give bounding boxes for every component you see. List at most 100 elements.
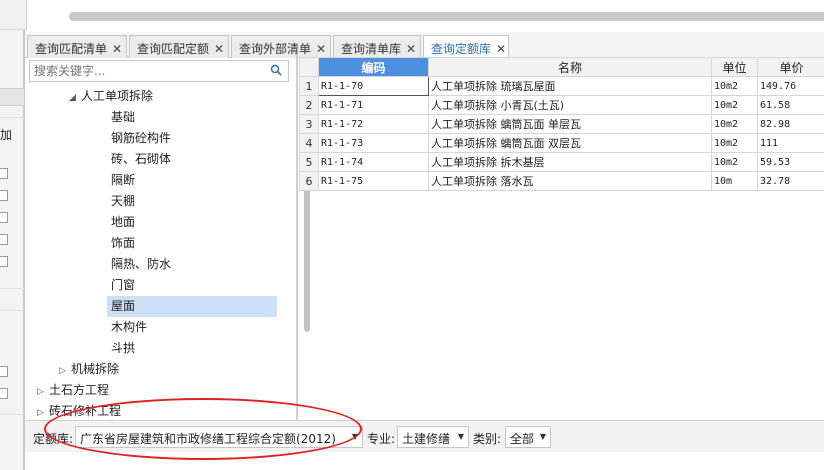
tree-node-label: 土石方工程 (49, 383, 110, 397)
left-panel-checkbox[interactable] (0, 256, 8, 267)
left-panel-checkbox[interactable] (0, 168, 8, 179)
triangle-right-icon[interactable]: ▷ (59, 361, 71, 382)
cell-price[interactable]: 111 (757, 133, 824, 153)
tab-query-external-list[interactable]: 查询外部清单 ✕ (231, 35, 331, 58)
close-icon[interactable]: ✕ (316, 42, 326, 56)
left-side-panel: 加 (0, 30, 24, 470)
cell-code[interactable]: R1-1-71 (318, 95, 429, 115)
column-header-price[interactable]: 单价 (757, 57, 824, 77)
column-header-name[interactable]: 名称 (428, 57, 712, 77)
horizontal-scrollbar[interactable] (69, 12, 824, 21)
tab-bar: 查询匹配清单 ✕ 查询匹配定额 ✕ 查询外部清单 ✕ 查询清单库 ✕ 查询定额库 ✕ (25, 32, 824, 59)
tab-label: 查询匹配定额 (137, 42, 210, 56)
table-row[interactable]: 3 R1-1-72 人工单项拆除 螭筒瓦面 单层瓦 10m2 82.98 (299, 114, 824, 134)
tree-node-label: 砖石修补工程 (49, 404, 122, 418)
tree-node-label: 斗拱 (111, 341, 136, 355)
row-number: 6 (299, 171, 319, 191)
tree-node-doors-windows[interactable]: 门窗 (111, 275, 135, 296)
left-panel-label: 加 (0, 128, 13, 142)
tree-node-label: 门窗 (111, 278, 136, 292)
tree-node-timber-members[interactable]: 木构件 (111, 317, 147, 338)
cell-name[interactable]: 人工单项拆除 琉璃瓦屋面 (428, 76, 712, 96)
tab-query-match-quota[interactable]: 查询匹配定额 ✕ (129, 35, 229, 58)
specialty-select[interactable]: 土建修缮 ▼ (397, 426, 469, 448)
table-row[interactable]: 6 R1-1-75 人工单项拆除 落水瓦 10m 32.78 (299, 171, 824, 191)
cell-unit[interactable]: 10m2 (711, 95, 758, 115)
quota-library-select[interactable]: 广东省房屋建筑和市政修缮工程综合定额(2012) ▼ (75, 426, 363, 448)
search-icon[interactable] (270, 64, 282, 76)
tree-node-roof[interactable]: 屋面 (107, 296, 277, 317)
cell-code[interactable]: R1-1-72 (318, 114, 429, 134)
tree-node-label: 隔热、防水 (111, 257, 172, 271)
cell-code[interactable]: R1-1-70 (318, 76, 429, 96)
table-row[interactable]: 4 R1-1-73 人工单项拆除 螭筒瓦面 双层瓦 10m2 111 (299, 133, 824, 153)
cell-price[interactable]: 59.53 (757, 152, 824, 172)
category-select[interactable]: 全部 ▼ (505, 426, 551, 448)
tree-node-partition[interactable]: 隔断 (111, 170, 135, 191)
tree-node-dougong[interactable]: 斗拱 (111, 338, 135, 359)
cell-name[interactable]: 人工单项拆除 落水瓦 (428, 171, 712, 191)
table-row[interactable]: 1 R1-1-70 人工单项拆除 琉璃瓦屋面 10m2 149.76 (299, 76, 824, 96)
cell-price[interactable]: 149.76 (757, 76, 824, 96)
tree-node-insulation-waterproof[interactable]: 隔热、防水 (111, 254, 171, 275)
tab-label: 查询匹配清单 (35, 42, 108, 56)
cell-name[interactable]: 人工单项拆除 螭筒瓦面 双层瓦 (428, 133, 712, 153)
column-header-code[interactable]: 编码 (318, 57, 429, 77)
quota-library-value: 广东省房屋建筑和市政修缮工程综合定额(2012) (80, 432, 336, 446)
cell-price[interactable]: 82.98 (757, 114, 824, 134)
cell-name[interactable]: 人工单项拆除 拆木基层 (428, 152, 712, 172)
panel-splitter[interactable] (296, 54, 298, 420)
tree-node-ceiling[interactable]: 天棚 (111, 191, 135, 212)
column-header-unit[interactable]: 单位 (711, 57, 758, 77)
chevron-down-icon[interactable]: ▼ (540, 432, 546, 441)
left-panel-checkbox[interactable] (0, 388, 8, 399)
cell-unit[interactable]: 10m2 (711, 76, 758, 96)
tree-node-facing[interactable]: 饰面 (111, 233, 135, 254)
left-panel-checkbox[interactable] (0, 234, 8, 245)
triangle-down-icon[interactable]: ◢ (69, 88, 81, 109)
cell-code[interactable]: R1-1-74 (318, 152, 429, 172)
table-row[interactable]: 5 R1-1-74 人工单项拆除 拆木基层 10m2 59.53 (299, 152, 824, 172)
cell-price[interactable]: 61.58 (757, 95, 824, 115)
close-icon[interactable]: ✕ (214, 42, 224, 56)
cell-unit[interactable]: 10m2 (711, 114, 758, 134)
tree-node-floor[interactable]: 地面 (111, 212, 135, 233)
tree-node-label: 天棚 (111, 194, 136, 208)
cell-code[interactable]: R1-1-73 (318, 133, 429, 153)
cell-name[interactable]: 人工单项拆除 小青瓦(土瓦) (428, 95, 712, 115)
left-panel-checkbox[interactable] (0, 212, 8, 223)
tree-node-foundation[interactable]: 基础 (111, 107, 135, 128)
tree-node-masonry[interactable]: 砖、石砌体 (111, 149, 171, 170)
chevron-down-icon[interactable]: ▼ (352, 432, 358, 441)
left-panel-header (0, 88, 24, 106)
tree-node-rc-members[interactable]: 钢筋砼构件 (111, 128, 171, 149)
close-icon[interactable]: ✕ (496, 42, 506, 56)
cell-code[interactable]: R1-1-75 (318, 171, 429, 191)
search-input[interactable] (30, 61, 260, 81)
cell-price[interactable]: 32.78 (757, 171, 824, 191)
cell-unit[interactable]: 10m (711, 171, 758, 191)
row-number-header (299, 57, 319, 77)
left-panel-divider (0, 310, 24, 311)
close-icon[interactable]: ✕ (112, 42, 122, 56)
tab-query-list-library[interactable]: 查询清单库 ✕ (333, 35, 421, 58)
tree-node-earthwork[interactable]: ▷ 土石方工程 (37, 380, 109, 401)
chevron-down-icon[interactable]: ▼ (458, 432, 464, 441)
tree-node-manual-demolition[interactable]: ◢ 人工单项拆除 (69, 86, 153, 107)
tab-query-quota-library[interactable]: 查询定额库 ✕ (423, 35, 509, 59)
tree-node-masonry-repair[interactable]: ▷ 砖石修补工程 (37, 401, 121, 422)
cell-name[interactable]: 人工单项拆除 螭筒瓦面 单层瓦 (428, 114, 712, 134)
left-panel-checkbox[interactable] (0, 190, 8, 201)
cell-unit[interactable]: 10m2 (711, 152, 758, 172)
tab-query-match-list[interactable]: 查询匹配清单 ✕ (27, 35, 127, 58)
table-row[interactable]: 2 R1-1-71 人工单项拆除 小青瓦(土瓦) 10m2 61.58 (299, 95, 824, 115)
specialty-label: 专业: (367, 432, 396, 446)
left-panel-checkbox[interactable] (0, 366, 8, 377)
tab-label: 查询定额库 (431, 42, 492, 56)
cell-unit[interactable]: 10m2 (711, 133, 758, 153)
tree-node-mechanical-demolition[interactable]: ▷ 机械拆除 (59, 359, 119, 380)
top-content-area (26, 0, 824, 30)
tree-node-label: 隔断 (111, 173, 136, 187)
close-icon[interactable]: ✕ (406, 42, 416, 56)
triangle-right-icon[interactable]: ▷ (37, 382, 49, 403)
